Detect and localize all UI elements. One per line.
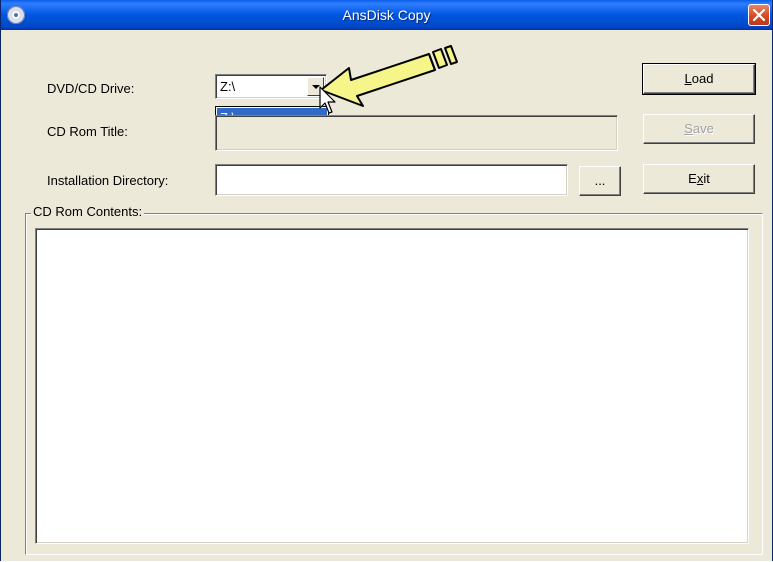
title-label: CD Rom Title: (47, 124, 128, 139)
contents-listbox[interactable] (35, 228, 749, 544)
install-dir-input[interactable] (215, 164, 568, 196)
save-button: Save (643, 114, 755, 144)
mouse-pointer-icon (319, 86, 336, 114)
cd-title-field (215, 115, 618, 151)
title-bar[interactable]: AnsDisk Copy (1, 0, 772, 30)
exit-label-end: it (703, 171, 710, 186)
close-button[interactable] (748, 4, 770, 26)
load-mnemonic: L (684, 71, 692, 86)
install-dir-label: Installation Directory: (47, 173, 169, 188)
drive-combobox-value: Z:\ (220, 79, 236, 94)
drive-label: DVD/CD Drive: (47, 81, 135, 96)
save-label: ave (692, 121, 714, 136)
save-mnemonic: S (684, 121, 693, 136)
contents-group-label: CD Rom Contents: (31, 204, 145, 219)
app-window: AnsDisk Copy DVD/CD Drive: Z:\ Z:\ CD Ro… (0, 0, 773, 561)
exit-button[interactable]: Exit (643, 164, 755, 194)
exit-label-start: E (688, 171, 697, 186)
window-title: AnsDisk Copy (342, 7, 431, 23)
load-button[interactable]: Load (642, 63, 756, 95)
browse-button[interactable]: ... (579, 166, 621, 196)
load-label: oad (691, 71, 714, 86)
close-x-icon (753, 9, 765, 21)
